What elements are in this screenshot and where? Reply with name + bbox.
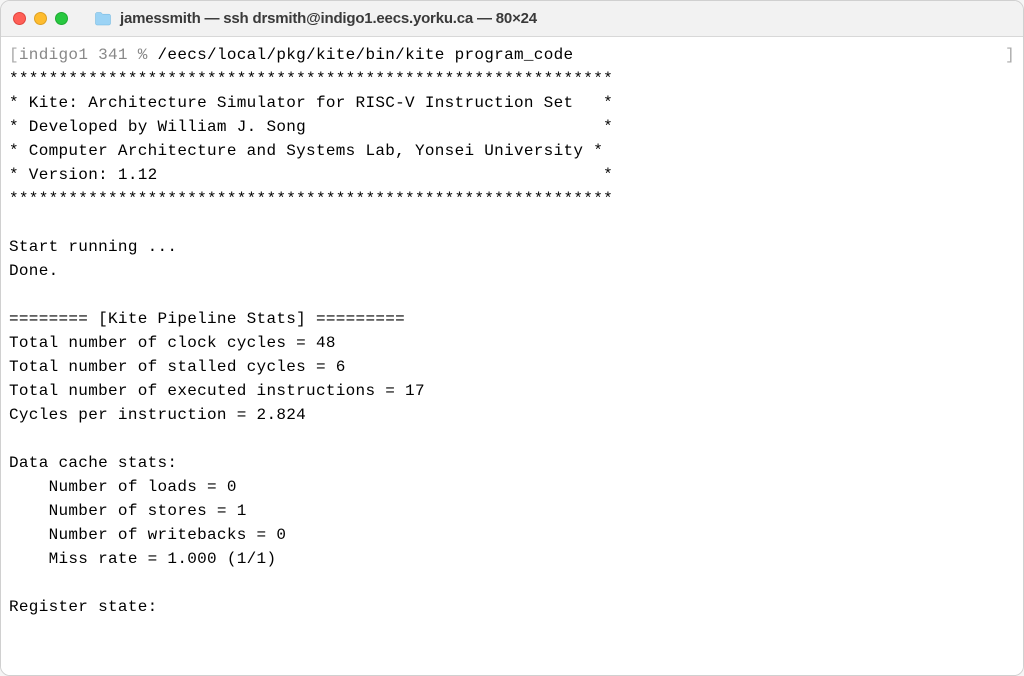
minimize-icon[interactable] [34, 12, 47, 25]
cache-line: Number of loads = 0 [9, 478, 237, 496]
prompt-bracket-left: [ [9, 46, 19, 64]
folder-icon [94, 12, 112, 26]
register-header: Register state: [9, 598, 158, 616]
prompt-command: /eecs/local/pkg/kite/bin/kite program_co… [158, 46, 574, 64]
cache-header: Data cache stats: [9, 454, 177, 472]
close-icon[interactable] [13, 12, 26, 25]
output-line: Done. [9, 262, 59, 280]
zoom-icon[interactable] [55, 12, 68, 25]
prompt-bracket-right: ] [1005, 43, 1015, 67]
window-title: jamessmith — ssh drsmith@indigo1.eecs.yo… [120, 10, 537, 27]
prompt-host: indigo1 341 % [19, 46, 158, 64]
terminal-content[interactable]: [indigo1 341 % /eecs/local/pkg/kite/bin/… [1, 37, 1023, 675]
cache-line: Number of writebacks = 0 [9, 526, 286, 544]
stat-line: Total number of executed instructions = … [9, 382, 425, 400]
output-line: Start running ... [9, 238, 177, 256]
banner-line: * Version: 1.12 * [9, 166, 613, 184]
banner-line: * Developed by William J. Song * [9, 118, 613, 136]
titlebar[interactable]: jamessmith — ssh drsmith@indigo1.eecs.yo… [1, 1, 1023, 37]
banner-line: * Computer Architecture and Systems Lab,… [9, 142, 603, 160]
stat-line: Total number of stalled cycles = 6 [9, 358, 346, 376]
banner-line: ****************************************… [9, 190, 613, 208]
stats-header: ======== [Kite Pipeline Stats] ========= [9, 310, 405, 328]
banner-line: ****************************************… [9, 70, 613, 88]
banner-line: * Kite: Architecture Simulator for RISC-… [9, 94, 613, 112]
cache-line: Number of stores = 1 [9, 502, 247, 520]
terminal-window: jamessmith — ssh drsmith@indigo1.eecs.yo… [0, 0, 1024, 676]
cache-line: Miss rate = 1.000 (1/1) [9, 550, 276, 568]
stat-line: Total number of clock cycles = 48 [9, 334, 336, 352]
stat-line: Cycles per instruction = 2.824 [9, 406, 306, 424]
window-controls [13, 12, 68, 25]
